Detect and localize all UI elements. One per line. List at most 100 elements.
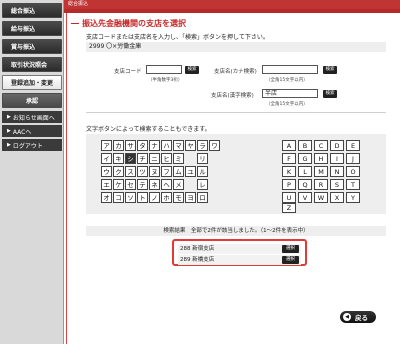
branch-code-label: 支店コード: [114, 69, 142, 75]
alpha-button[interactable]: W: [314, 192, 328, 203]
alpha-button[interactable]: F: [282, 153, 296, 164]
kana-button[interactable]: ケ: [113, 179, 124, 190]
search-button-kana[interactable]: 検索: [323, 66, 337, 74]
kana-button[interactable]: ク: [113, 166, 124, 177]
kana-button[interactable]: テ: [137, 179, 148, 190]
kana-button[interactable]: ツ: [137, 166, 148, 177]
kana-button[interactable]: カ: [113, 140, 124, 151]
kana-button[interactable]: ロ: [197, 192, 208, 203]
kana-button[interactable]: ナ: [149, 140, 160, 151]
kana-button[interactable]: リ: [197, 153, 208, 164]
sidebar-link-logout[interactable]: ▶ ログアウト: [2, 139, 62, 151]
search-button-code[interactable]: 検索: [185, 66, 199, 74]
sidebar-item-sogo[interactable]: 総合振込: [2, 3, 62, 18]
alpha-button[interactable]: M: [314, 166, 328, 177]
kana-button[interactable]: ハ: [161, 140, 172, 151]
arrow-right-icon: ▶: [7, 128, 11, 134]
kana-button[interactable]: キ: [113, 153, 124, 164]
kana-search-input[interactable]: [262, 65, 318, 74]
kana-button[interactable]: マ: [173, 140, 184, 151]
alpha-button[interactable]: T: [346, 179, 360, 190]
instruction-text: 支店コードまたは支店名を入力し、「検索」ボタンを押して下さい。: [86, 34, 269, 41]
alpha-button[interactable]: B: [298, 140, 312, 151]
kanji-search-label: 支店名(漢字検索): [211, 93, 254, 99]
kana-button[interactable]: ミ: [173, 153, 184, 164]
alpha-button[interactable]: H: [314, 153, 328, 164]
kana-button[interactable]: ユ: [185, 166, 196, 177]
kana-button[interactable]: セ: [125, 179, 136, 190]
alpha-button[interactable]: O: [346, 166, 360, 177]
arrow-right-icon: ▶: [7, 114, 11, 120]
search-button-kanji[interactable]: 検索: [323, 90, 337, 98]
kana-button[interactable]: ホ: [161, 192, 172, 203]
alpha-button[interactable]: L: [298, 166, 312, 177]
kana-button-selected[interactable]: シ: [125, 153, 136, 164]
alpha-button[interactable]: R: [314, 179, 328, 190]
kana-button[interactable]: エ: [101, 179, 112, 190]
alpha-button[interactable]: E: [346, 140, 360, 151]
kana-button[interactable]: ヒ: [161, 153, 172, 164]
alpha-button[interactable]: X: [330, 192, 344, 203]
alpha-button[interactable]: Y: [346, 192, 360, 203]
result-row: 288 新宿支店 選択: [178, 244, 301, 254]
kana-button[interactable]: ト: [137, 192, 148, 203]
sidebar-item-shoyo[interactable]: 賞与振込: [2, 39, 62, 54]
kana-button[interactable]: サ: [125, 140, 136, 151]
kana-button[interactable]: ラ: [197, 140, 208, 151]
branch-code-input[interactable]: [146, 65, 182, 74]
sidebar-item-kyuyo[interactable]: 給与振込: [2, 21, 62, 36]
kanji-search-input[interactable]: 半店: [262, 89, 318, 98]
sidebar-item-torihiki[interactable]: 取引状況照会: [2, 57, 62, 72]
result-list: 288 新宿支店 選択 289 新橋支店 選択: [172, 239, 307, 266]
sidebar: 総合振込 給与振込 賞与振込 取引状況照会 登録追加・変更 承認 ▶ お知らせ画面…: [0, 0, 64, 344]
alpha-button[interactable]: C: [314, 140, 328, 151]
kana-button[interactable]: メ: [173, 179, 184, 190]
alpha-button[interactable]: P: [282, 179, 296, 190]
alpha-button[interactable]: J: [346, 153, 360, 164]
kana-button[interactable]: ワ: [209, 140, 220, 151]
alpha-button[interactable]: Q: [298, 179, 312, 190]
sidebar-link-oshirase[interactable]: ▶ お知らせ画面へ: [2, 111, 62, 123]
sidebar-item-touroku[interactable]: 登録追加・変更: [2, 75, 62, 90]
kana-button[interactable]: ウ: [101, 166, 112, 177]
kana-button[interactable]: ス: [125, 166, 136, 177]
kana-button[interactable]: ヤ: [185, 140, 196, 151]
alpha-button[interactable]: I: [330, 153, 344, 164]
sidebar-link-aac[interactable]: ▶ AACへ: [2, 125, 62, 137]
sidebar-item-shonin[interactable]: 承認: [2, 93, 62, 108]
kana-button[interactable]: ニ: [149, 153, 160, 164]
kana-button[interactable]: モ: [173, 192, 184, 203]
kana-button[interactable]: ノ: [149, 192, 160, 203]
kana-button[interactable]: ア: [101, 140, 112, 151]
kana-button[interactable]: ム: [173, 166, 184, 177]
result-name: 新橋支店: [192, 257, 215, 263]
kana-button[interactable]: コ: [113, 192, 124, 203]
kana-button[interactable]: ソ: [125, 192, 136, 203]
alpha-button[interactable]: G: [298, 153, 312, 164]
alpha-button[interactable]: V: [298, 192, 312, 203]
kana-button[interactable]: ヌ: [149, 166, 160, 177]
kana-button[interactable]: ヨ: [185, 192, 196, 203]
alpha-button[interactable]: S: [330, 179, 344, 190]
kana-button[interactable]: ヘ: [161, 179, 172, 190]
select-button[interactable]: 選択: [282, 256, 299, 264]
alpha-button[interactable]: Z: [282, 203, 296, 213]
kana-button[interactable]: フ: [161, 166, 172, 177]
back-button[interactable]: ◀ 戻る: [340, 311, 376, 323]
kana-button[interactable]: イ: [101, 153, 112, 164]
kana-button[interactable]: タ: [137, 140, 148, 151]
kana-button[interactable]: ネ: [149, 179, 160, 190]
kana-button[interactable]: オ: [101, 192, 112, 203]
kana-button[interactable]: チ: [137, 153, 148, 164]
alpha-button[interactable]: N: [330, 166, 344, 177]
kana-button[interactable]: レ: [197, 179, 208, 190]
alpha-button[interactable]: K: [282, 166, 296, 177]
kana-button[interactable]: ル: [197, 166, 208, 177]
select-button[interactable]: 選択: [282, 245, 299, 253]
alpha-button[interactable]: U: [282, 192, 296, 203]
arrow-right-icon: ▶: [7, 142, 11, 148]
alpha-button[interactable]: D: [330, 140, 344, 151]
alpha-button[interactable]: A: [282, 140, 296, 151]
branch-code-hint: （半角数字3桁）: [148, 78, 183, 83]
bank-name-row: 2999 〇×労働金庫: [86, 42, 386, 52]
